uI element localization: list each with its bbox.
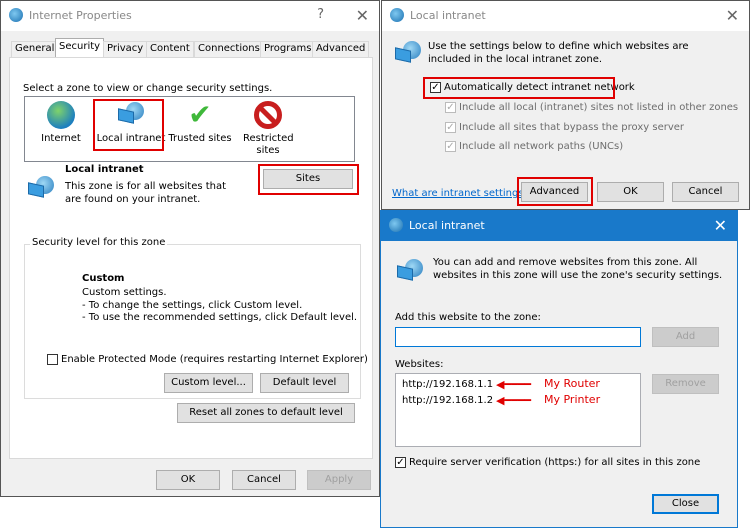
- globe-icon: [47, 101, 75, 129]
- highlight-auto-detect: [423, 77, 615, 99]
- sites-window: Local intranet ✕ You can add and remove w…: [380, 210, 738, 528]
- ie-icon: [9, 8, 23, 22]
- zone-label: Trusted sites: [168, 133, 232, 144]
- highlight-sites: [258, 164, 359, 195]
- ok-button[interactable]: OK: [156, 470, 220, 490]
- window-title: Internet Properties: [29, 9, 132, 22]
- ok-button[interactable]: OK: [597, 182, 664, 202]
- zone-list: Internet Local intranet ✔ Trusted sites …: [24, 96, 355, 162]
- checkmark-icon: ✔: [188, 98, 212, 131]
- zone-label: Internet: [41, 133, 81, 144]
- websites-list[interactable]: http://192.168.1.1 http://192.168.1.2 ◀━…: [395, 373, 641, 447]
- security-level-label: Security level for this zone: [30, 237, 168, 248]
- require-https-checkbox[interactable]: ✓: [395, 457, 406, 468]
- help-link[interactable]: What are intranet settings?: [392, 188, 529, 199]
- option-checkbox: ✓: [445, 141, 456, 152]
- cancel-button[interactable]: Cancel: [672, 182, 739, 202]
- tab-content[interactable]: Content: [146, 41, 194, 57]
- zone-description: This zone is for all websites that are f…: [65, 181, 227, 205]
- website-input[interactable]: [395, 327, 641, 347]
- custom-level-button[interactable]: Custom level...: [164, 373, 253, 393]
- protected-mode-checkbox[interactable]: [47, 354, 58, 365]
- window-title: Local intranet: [410, 9, 486, 22]
- zone-trusted-sites[interactable]: ✔ Trusted sites: [165, 98, 235, 145]
- highlight-advanced: [517, 177, 593, 206]
- description: Use the settings below to define which w…: [428, 41, 689, 65]
- option-checkbox: ✓: [445, 122, 456, 133]
- default-level-button[interactable]: Default level: [260, 373, 349, 393]
- tab-privacy[interactable]: Privacy: [103, 41, 148, 57]
- tab-programs[interactable]: Programs: [260, 41, 316, 57]
- apply-button[interactable]: Apply: [307, 470, 371, 490]
- option-label: Include all sites that bypass the proxy …: [459, 122, 685, 133]
- add-button[interactable]: Add: [652, 327, 719, 347]
- close-button[interactable]: ✕: [356, 6, 369, 25]
- annotation-router: My Router: [544, 377, 600, 390]
- close-dialog-button[interactable]: Close: [652, 494, 719, 514]
- intranet-icon: [28, 176, 54, 202]
- arrow-icon: ◀━━━━: [496, 394, 531, 407]
- forbidden-icon: [254, 101, 282, 129]
- title-bar: Local intranet ✕: [381, 211, 737, 241]
- arrow-icon: ◀━━━━: [496, 378, 531, 391]
- internet-properties-window: Internet Properties ? ✕ General Security…: [0, 0, 380, 497]
- zone-restricted-sites[interactable]: Restricted sites: [233, 99, 303, 157]
- level-line: - To change the settings, click Custom l…: [82, 299, 303, 311]
- intranet-settings-window: Local intranet ✕ Use the settings below t…: [381, 0, 750, 210]
- intranet-icon: [397, 259, 423, 285]
- security-panel: Select a zone to view or change security…: [9, 57, 373, 459]
- title-bar: Internet Properties ? ✕: [1, 1, 379, 31]
- add-label: Add this website to the zone:: [395, 312, 541, 323]
- level-line: - To use the recommended settings, click…: [82, 312, 358, 323]
- ie-icon: [390, 8, 404, 22]
- option-checkbox: ✓: [445, 102, 456, 113]
- title-bar: Local intranet ✕: [382, 1, 749, 31]
- reset-all-zones-button[interactable]: Reset all zones to default level: [177, 403, 355, 423]
- zone-title: Local intranet: [65, 164, 144, 175]
- level-name: Custom: [82, 273, 125, 284]
- close-button[interactable]: ✕: [726, 6, 739, 25]
- tab-general[interactable]: General: [11, 41, 59, 57]
- intranet-icon: [395, 41, 421, 67]
- highlight-local-intranet: [93, 99, 164, 151]
- cancel-button[interactable]: Cancel: [232, 470, 296, 490]
- close-button[interactable]: ✕: [714, 216, 727, 235]
- option-label: Include all network paths (UNCs): [459, 141, 624, 152]
- remove-button[interactable]: Remove: [652, 374, 719, 394]
- list-item[interactable]: http://192.168.1.1: [402, 379, 493, 390]
- tab-connections[interactable]: Connections: [194, 41, 264, 57]
- help-button[interactable]: ?: [317, 7, 324, 22]
- ie-icon: [389, 218, 403, 232]
- tab-advanced[interactable]: Advanced: [312, 41, 370, 57]
- list-item[interactable]: http://192.168.1.2: [402, 395, 493, 406]
- require-https-label: Require server verification (https:) for…: [409, 457, 701, 468]
- annotation-printer: My Printer: [544, 393, 601, 406]
- zone-label: Restricted sites: [243, 133, 294, 156]
- select-zone-label: Select a zone to view or change security…: [23, 83, 273, 94]
- tab-security[interactable]: Security: [55, 38, 105, 58]
- option-label: Include all local (intranet) sites not l…: [459, 102, 739, 113]
- description: You can add and remove websites from thi…: [433, 257, 723, 281]
- window-title: Local intranet: [409, 219, 485, 232]
- level-line: Custom settings.: [82, 287, 167, 298]
- protected-mode-label: Enable Protected Mode (requires restarti…: [61, 354, 368, 365]
- zone-internet[interactable]: Internet: [29, 99, 93, 144]
- level-description: Custom settings. - To change the setting…: [82, 287, 357, 325]
- websites-label: Websites:: [395, 359, 444, 370]
